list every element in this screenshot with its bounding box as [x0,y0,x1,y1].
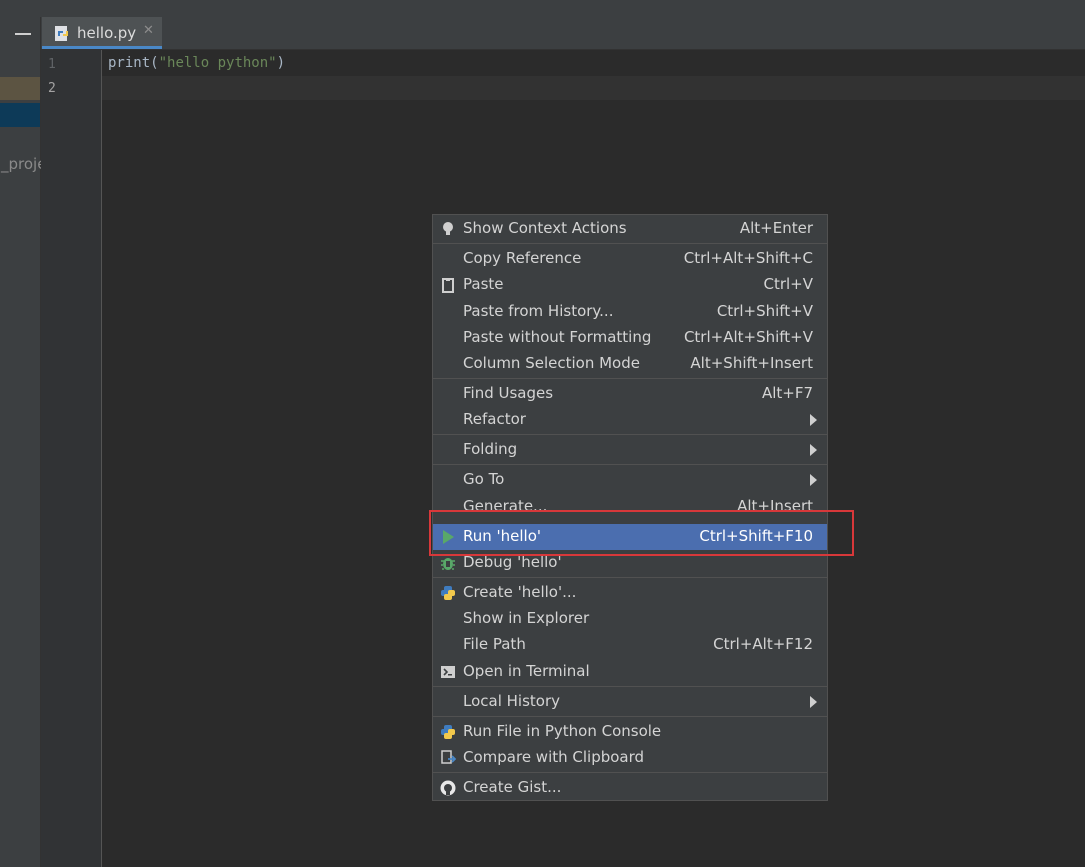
menu-separator [433,577,827,578]
menu-separator [433,378,827,379]
menu-item-folding[interactable]: Folding [433,437,827,463]
menu-item-column-selection-mode[interactable]: Column Selection Mode Alt+Shift+Insert [433,351,827,377]
menu-item-open-in-terminal[interactable]: Open in Terminal [433,659,827,685]
menu-item-label: Go To [463,470,505,488]
menu-item-label: Run File in Python Console [463,722,662,740]
menu-item-generate[interactable]: Generate... Alt+Insert [433,494,827,520]
menu-item-label: Column Selection Mode [463,354,640,372]
tab-label: hello.py [77,24,137,42]
menu-item-show-context-actions[interactable]: Show Context Actions Alt+Enter [433,216,827,242]
menu-item-shortcut: Ctrl+Alt+Shift+V [683,328,813,346]
menu-item-local-history[interactable]: Local History [433,689,827,715]
menu-item-label: Folding [463,440,518,458]
menu-item-label: Copy Reference [463,249,582,267]
menu-item-label: Paste [463,275,504,293]
menu-item-label: Refactor [463,410,526,428]
code-paren: ) [276,55,286,71]
menu-item-label: Debug 'hello' [463,553,562,571]
code-function: print [108,55,151,71]
menu-separator [433,464,827,465]
menu-item-label: Open in Terminal [463,662,590,680]
menu-item-shortcut: Alt+Shift+Insert [690,354,813,372]
python-console-icon [441,725,455,739]
menu-separator [433,772,827,773]
lightbulb-icon [443,222,453,235]
menu-item-label: Find Usages [463,384,554,402]
github-icon [440,780,456,796]
current-line-highlight [41,76,1085,100]
menu-item-compare-with-clipboard[interactable]: Compare with Clipboard [433,745,827,771]
close-tab-icon[interactable]: ✕ [143,23,154,38]
menu-item-paste-without-formatting[interactable]: Paste without Formatting Ctrl+Alt+Shift+… [433,325,827,351]
terminal-icon [441,666,455,678]
menu-item-label: Paste without Formatting [463,328,652,346]
menu-item-paste-from-history[interactable]: Paste from History... Ctrl+Shift+V [433,299,827,325]
tab-hello-py[interactable]: hello.py ✕ [42,17,162,49]
menu-item-label: Create Gist... [463,778,562,796]
menu-item-shortcut: Alt+Enter [739,219,813,237]
code-paren: ( [150,55,159,71]
menu-separator [433,243,827,244]
editor-tab-bar: hello.py ✕ [41,17,1085,50]
code-string: "hello python" [158,55,277,71]
line-gutter: 1 2 [41,50,102,867]
menu-item-file-path[interactable]: File Path Ctrl+Alt+F12 [433,632,827,658]
menu-separator [433,434,827,435]
clipboard-icon [442,278,454,293]
menu-item-go-to[interactable]: Go To [433,467,827,493]
code-line[interactable]: print("hello python") [108,55,285,71]
menu-item-label: Show in Explorer [463,609,590,627]
menu-item-label: Create 'hello'... [463,583,577,601]
project-panel[interactable]: _proje [0,17,46,867]
project-tree-label[interactable]: _proje [1,155,46,173]
submenu-arrow-icon [810,414,817,426]
menu-item-run-file-in-python-console[interactable]: Run File in Python Console [433,719,827,745]
menu-item-find-usages[interactable]: Find Usages Alt+F7 [433,381,827,407]
submenu-arrow-icon [810,474,817,486]
title-bar [0,0,1085,18]
menu-item-show-in-explorer[interactable]: Show in Explorer [433,606,827,632]
menu-item-label: Paste from History... [463,302,614,320]
menu-item-run-hello[interactable]: Run 'hello' Ctrl+Shift+F10 [433,524,827,550]
menu-item-create-gist[interactable]: Create Gist... [433,775,827,801]
menu-item-shortcut: Alt+F7 [761,384,813,402]
menu-separator [433,716,827,717]
menu-item-shortcut: Ctrl+Shift+V [716,302,813,320]
python-file-icon [55,26,68,41]
menu-item-label: File Path [463,635,526,653]
menu-item-label: Local History [463,692,561,710]
menu-item-label: Show Context Actions [463,219,627,237]
menu-item-label: Run 'hello' [463,527,542,545]
submenu-arrow-icon [810,444,817,456]
menu-item-shortcut: Alt+Insert [737,497,813,515]
collapse-icon[interactable] [15,33,31,35]
menu-item-copy-reference[interactable]: Copy Reference Ctrl+Alt+Shift+C [433,246,827,272]
project-tree-row[interactable] [0,77,40,100]
menu-item-create-hello[interactable]: Create 'hello'... [433,580,827,606]
compare-icon [441,750,456,764]
menu-item-label: Compare with Clipboard [463,748,645,766]
menu-item-debug-hello[interactable]: Debug 'hello' [433,550,827,576]
line-number: 2 [48,81,56,96]
menu-item-refactor[interactable]: Refactor [433,407,827,433]
menu-item-paste[interactable]: Paste Ctrl+V [433,272,827,298]
menu-item-shortcut: Ctrl+Shift+F10 [699,527,813,545]
line-number: 1 [48,57,56,72]
python-icon [441,586,455,600]
project-tree-row-selected[interactable] [0,103,40,127]
menu-separator [433,686,827,687]
context-menu: Show Context Actions Alt+Enter Copy Refe… [432,214,828,801]
debug-icon [441,558,455,570]
run-icon [443,530,454,544]
menu-item-shortcut: Ctrl+V [763,275,813,293]
submenu-arrow-icon [810,696,817,708]
menu-item-shortcut: Ctrl+Alt+Shift+C [683,249,813,267]
menu-item-label: Generate... [463,497,548,515]
menu-item-shortcut: Ctrl+Alt+F12 [713,635,813,653]
